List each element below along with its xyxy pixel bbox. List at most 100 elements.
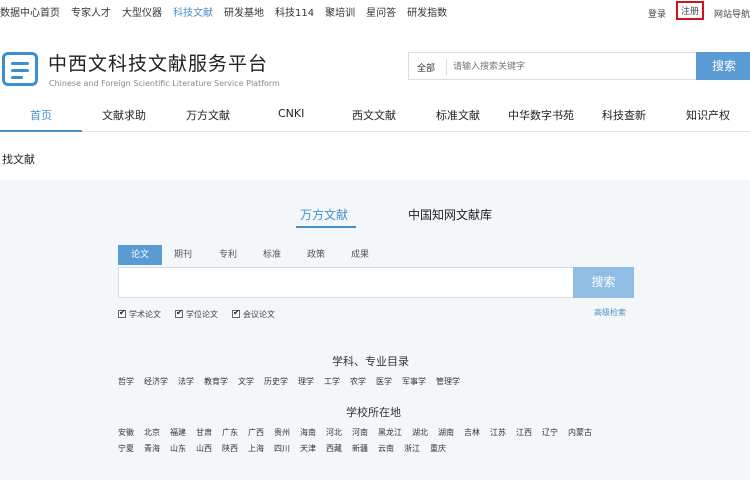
main-nav-item-western[interactable]: 西文文献 [352,107,396,123]
location-link[interactable]: 江苏 [490,427,506,438]
main-search-button[interactable]: 搜索 [573,267,634,298]
checked-icon [118,308,126,318]
register-link[interactable]: 注册 [675,1,704,20]
type-tab-standard[interactable]: 标准 [263,245,281,265]
location-link[interactable]: 海南 [300,427,316,438]
type-tab-achievement[interactable]: 成果 [351,245,369,265]
subject-link[interactable]: 历史学 [264,376,288,387]
location-link[interactable]: 吉林 [464,427,480,438]
subject-link[interactable]: 理学 [298,376,314,387]
subject-link[interactable]: 工学 [324,376,340,387]
document-logo-icon [2,52,38,86]
main-search-input[interactable] [125,273,565,293]
top-nav-item-literature[interactable]: 科技文献 [173,4,213,19]
header-search-input[interactable] [453,57,693,77]
type-tab-policy[interactable]: 政策 [307,245,325,265]
location-link[interactable]: 江西 [516,427,532,438]
location-link[interactable]: 北京 [144,427,160,438]
subject-link[interactable]: 军事学 [402,376,426,387]
location-link[interactable]: 贵州 [274,427,290,438]
subject-link[interactable]: 哲学 [118,376,134,387]
top-bar: 数据中心首页 专家人才 大型仪器 科技文献 研发基地 科技114 聚培训 星问答 研发指数 登录… [0,0,750,22]
location-link[interactable]: 河南 [352,427,368,438]
location-link[interactable]: 河北 [326,427,342,438]
location-link[interactable]: 新疆 [352,443,368,454]
scope-divider [446,59,447,75]
location-link[interactable]: 辽宁 [542,427,558,438]
location-link[interactable]: 重庆 [430,443,446,454]
location-link[interactable]: 湖南 [438,427,454,438]
main-nav-item-standards[interactable]: 标准文献 [436,107,480,123]
top-nav-item-rd-base[interactable]: 研发基地 [224,4,264,19]
site-guide-link[interactable]: 网站导航 [714,7,750,20]
subject-link[interactable]: 医学 [376,376,392,387]
subject-link[interactable]: 教育学 [204,376,228,387]
checkbox-academic-paper[interactable]: 学术论文 [118,308,161,320]
top-nav-item-tech114[interactable]: 科技114 [275,4,314,19]
location-link[interactable]: 福建 [170,427,186,438]
subject-link[interactable]: 文学 [238,376,254,387]
header-search: 全部 搜索 [408,52,750,80]
location-link[interactable]: 云南 [378,443,394,454]
header-search-button[interactable]: 搜索 [696,52,750,80]
top-nav-item-training[interactable]: 聚培训 [325,4,355,19]
top-nav: 数据中心首页 专家人才 大型仪器 科技文献 研发基地 科技114 聚培训 星问答 研发指数 [0,4,458,19]
location-link[interactable]: 黑龙江 [378,427,402,438]
location-link[interactable]: 西藏 [326,443,342,454]
active-nav-underline [0,130,82,132]
search-scope-select[interactable]: 全部 [417,61,435,74]
location-heading: 学校所在地 [346,406,401,419]
top-nav-item-rd-index[interactable]: 研发指数 [407,4,447,19]
subject-link[interactable]: 管理学 [436,376,460,387]
login-link[interactable]: 登录 [648,7,666,20]
location-links-row2: 宁夏 青海 山东 山西 陕西 上海 四川 天津 西藏 新疆 云南 浙江 重庆 [118,443,456,454]
location-link[interactable]: 山东 [170,443,186,454]
subject-heading: 学科、专业目录 [332,355,409,368]
type-tab-journal[interactable]: 期刊 [174,245,192,265]
location-link[interactable]: 上海 [248,443,264,454]
main-nav-item-ip[interactable]: 知识产权 [686,107,730,123]
checked-icon [232,308,240,318]
location-link[interactable]: 山西 [196,443,212,454]
main-nav-item-home[interactable]: 首页 [30,107,52,123]
location-link[interactable]: 四川 [274,443,290,454]
main-nav: 首页 文献求助 万方文献 CNKI 西文文献 标准文献 中华数字书苑 科技查新 … [0,96,750,132]
active-tab-underline [296,226,356,228]
subject-link[interactable]: 法学 [178,376,194,387]
location-link[interactable]: 浙江 [404,443,420,454]
checked-icon [175,308,183,318]
location-link[interactable]: 安徽 [118,427,134,438]
location-link[interactable]: 甘肃 [196,427,212,438]
location-link[interactable]: 广西 [248,427,264,438]
checkbox-label: 会议论文 [243,310,275,319]
top-nav-item-data-center[interactable]: 数据中心首页 [0,4,60,19]
location-link[interactable]: 湖北 [412,427,428,438]
tab-cnki-library[interactable]: 中国知网文献库 [408,206,492,223]
location-link[interactable]: 宁夏 [118,443,134,454]
checkbox-conference-paper[interactable]: 会议论文 [232,308,275,320]
top-right-links: 登录 注册 网站导航 [638,1,750,23]
location-link[interactable]: 天津 [300,443,316,454]
main-nav-item-digital-books[interactable]: 中华数字书苑 [508,107,574,123]
main-nav-item-wanfang[interactable]: 万方文献 [186,107,230,123]
type-tab-patent[interactable]: 专利 [219,245,237,265]
advanced-search-link[interactable]: 高级检索 [594,307,626,318]
top-nav-item-instruments[interactable]: 大型仪器 [122,4,162,19]
subject-link[interactable]: 农学 [350,376,366,387]
checkbox-dissertation[interactable]: 学位论文 [175,308,218,320]
location-link[interactable]: 广东 [222,427,238,438]
main-nav-item-novelty-search[interactable]: 科技查新 [602,107,646,123]
location-link[interactable]: 青海 [144,443,160,454]
site-subtitle: Chinese and Foreign Scientific Literatur… [49,79,280,88]
tab-wanfang[interactable]: 万方文献 [300,206,348,223]
location-link[interactable]: 内蒙古 [568,427,592,438]
main-nav-item-cnki[interactable]: CNKI [278,107,304,120]
location-links-row1: 安徽 北京 福建 甘肃 广东 广西 贵州 海南 河北 河南 黑龙江 湖北 湖南 吉林 江苏 江西 辽宁 内蒙古 [118,427,602,438]
location-link[interactable]: 陕西 [222,443,238,454]
main-nav-item-request[interactable]: 文献求助 [102,107,146,123]
type-tab-thesis[interactable]: 论文 [118,245,162,265]
site-title[interactable]: 中西文科技文献服务平台 [48,49,268,76]
subject-link[interactable]: 经济学 [144,376,168,387]
top-nav-item-qa[interactable]: 星问答 [366,4,396,19]
top-nav-item-experts[interactable]: 专家人才 [71,4,111,19]
